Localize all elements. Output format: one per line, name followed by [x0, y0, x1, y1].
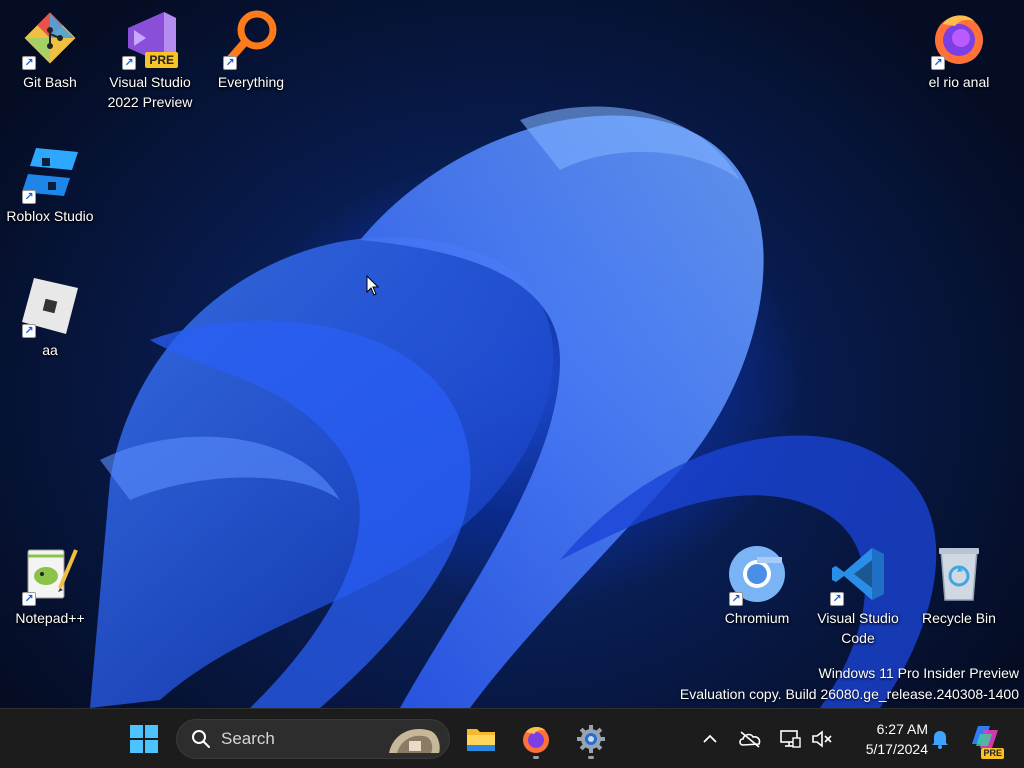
taskbar-search-box[interactable]: Search	[176, 719, 450, 759]
search-icon	[192, 730, 210, 748]
desktop-icon-label: Everything	[217, 74, 285, 90]
taskbar-settings[interactable]	[569, 717, 613, 761]
onedrive-offline-icon	[739, 731, 761, 748]
gear-icon	[577, 725, 605, 753]
copilot-button[interactable]: PRE	[968, 721, 1004, 759]
desktop-icon-el-rio-anal[interactable]: ↗ el rio anal	[909, 6, 1009, 92]
copilot-preview-badge: PRE	[981, 748, 1004, 759]
chevron-up-icon	[703, 734, 717, 743]
desktop-icon-label: el rio anal	[928, 74, 990, 90]
desktop-icon-chromium[interactable]: ↗ Chromium	[707, 542, 807, 628]
clock-time: 6:27 AM	[876, 721, 928, 737]
desktop-icon-label: Git Bash	[23, 74, 77, 90]
search-highlight-icon[interactable]	[383, 723, 443, 757]
firefox-icon: ↗	[927, 6, 991, 70]
notepad-plus-plus-icon: ↗	[18, 542, 82, 606]
desktop-icon-label: Visual Studio 2022 Preview	[107, 74, 193, 110]
desktop-icon-label: Visual Studio Code	[817, 610, 899, 646]
desktop-icon-notepad-plus-plus[interactable]: ↗ Notepad++	[0, 542, 100, 628]
visual-studio-icon: PRE ↗	[118, 6, 182, 70]
desktop-icon-aa[interactable]: ↗ aa	[0, 274, 100, 360]
clock-date: 5/17/2024	[865, 741, 928, 757]
windows-evaluation-watermark: Windows 11 Pro Insider Preview Evaluatio…	[680, 663, 1019, 705]
roblox-icon: ↗	[18, 274, 82, 338]
speaker-muted-icon	[812, 730, 832, 748]
notifications-button[interactable]	[926, 725, 954, 753]
windows-logo-icon	[130, 725, 158, 753]
network-icon	[780, 730, 801, 748]
running-indicator	[588, 756, 594, 759]
desktop-icon-label: aa	[42, 342, 58, 358]
desktop-icon-label: Roblox Studio	[6, 208, 94, 224]
roblox-studio-icon: ↗	[18, 140, 82, 204]
firefox-icon	[523, 726, 549, 753]
taskbar-clock[interactable]: 6:27 AM 5/17/2024	[842, 719, 928, 759]
start-button[interactable]	[122, 717, 166, 761]
desktop-icon-git-bash[interactable]: ↗ Git Bash	[0, 6, 100, 92]
bell-icon	[932, 731, 948, 749]
mouse-cursor-icon	[366, 274, 380, 302]
watermark-edition: Windows 11 Pro Insider Preview	[818, 665, 1019, 681]
taskbar-firefox[interactable]	[514, 717, 558, 761]
taskbar: Search 6:27 AM 5/17/2024 PRE	[0, 708, 1024, 768]
desktop-icon-visual-studio[interactable]: PRE ↗ Visual Studio 2022 Preview	[100, 6, 200, 112]
tray-network[interactable]	[776, 725, 804, 753]
desktop-icon-vscode[interactable]: ↗ Visual Studio Code	[808, 542, 908, 648]
git-bash-icon: ↗	[18, 6, 82, 70]
folder-icon	[467, 729, 495, 751]
desktop-icon-label: Recycle Bin	[922, 610, 996, 626]
running-indicator	[533, 756, 539, 759]
everything-search-icon: ↗	[219, 6, 283, 70]
desktop-icon-roblox-studio[interactable]: ↗ Roblox Studio	[0, 140, 100, 226]
desktop-icon-recycle-bin[interactable]: Recycle Bin	[909, 542, 1009, 628]
vscode-icon: ↗	[826, 542, 890, 606]
watermark-build: Evaluation copy. Build 26080.ge_release.…	[679, 686, 1019, 702]
desktop-icon-label: Notepad++	[15, 610, 85, 626]
desktop-icon-everything[interactable]: ↗ Everything	[201, 6, 301, 92]
preview-badge: PRE	[145, 52, 178, 68]
desktop-icon-label: Chromium	[724, 610, 790, 626]
show-hidden-icons-button[interactable]	[696, 725, 724, 753]
search-placeholder: Search	[221, 729, 275, 748]
recycle-bin-icon	[927, 542, 991, 606]
taskbar-file-explorer[interactable]	[459, 717, 503, 761]
tray-onedrive[interactable]	[736, 725, 764, 753]
tray-volume[interactable]	[808, 725, 836, 753]
chromium-icon: ↗	[725, 542, 789, 606]
